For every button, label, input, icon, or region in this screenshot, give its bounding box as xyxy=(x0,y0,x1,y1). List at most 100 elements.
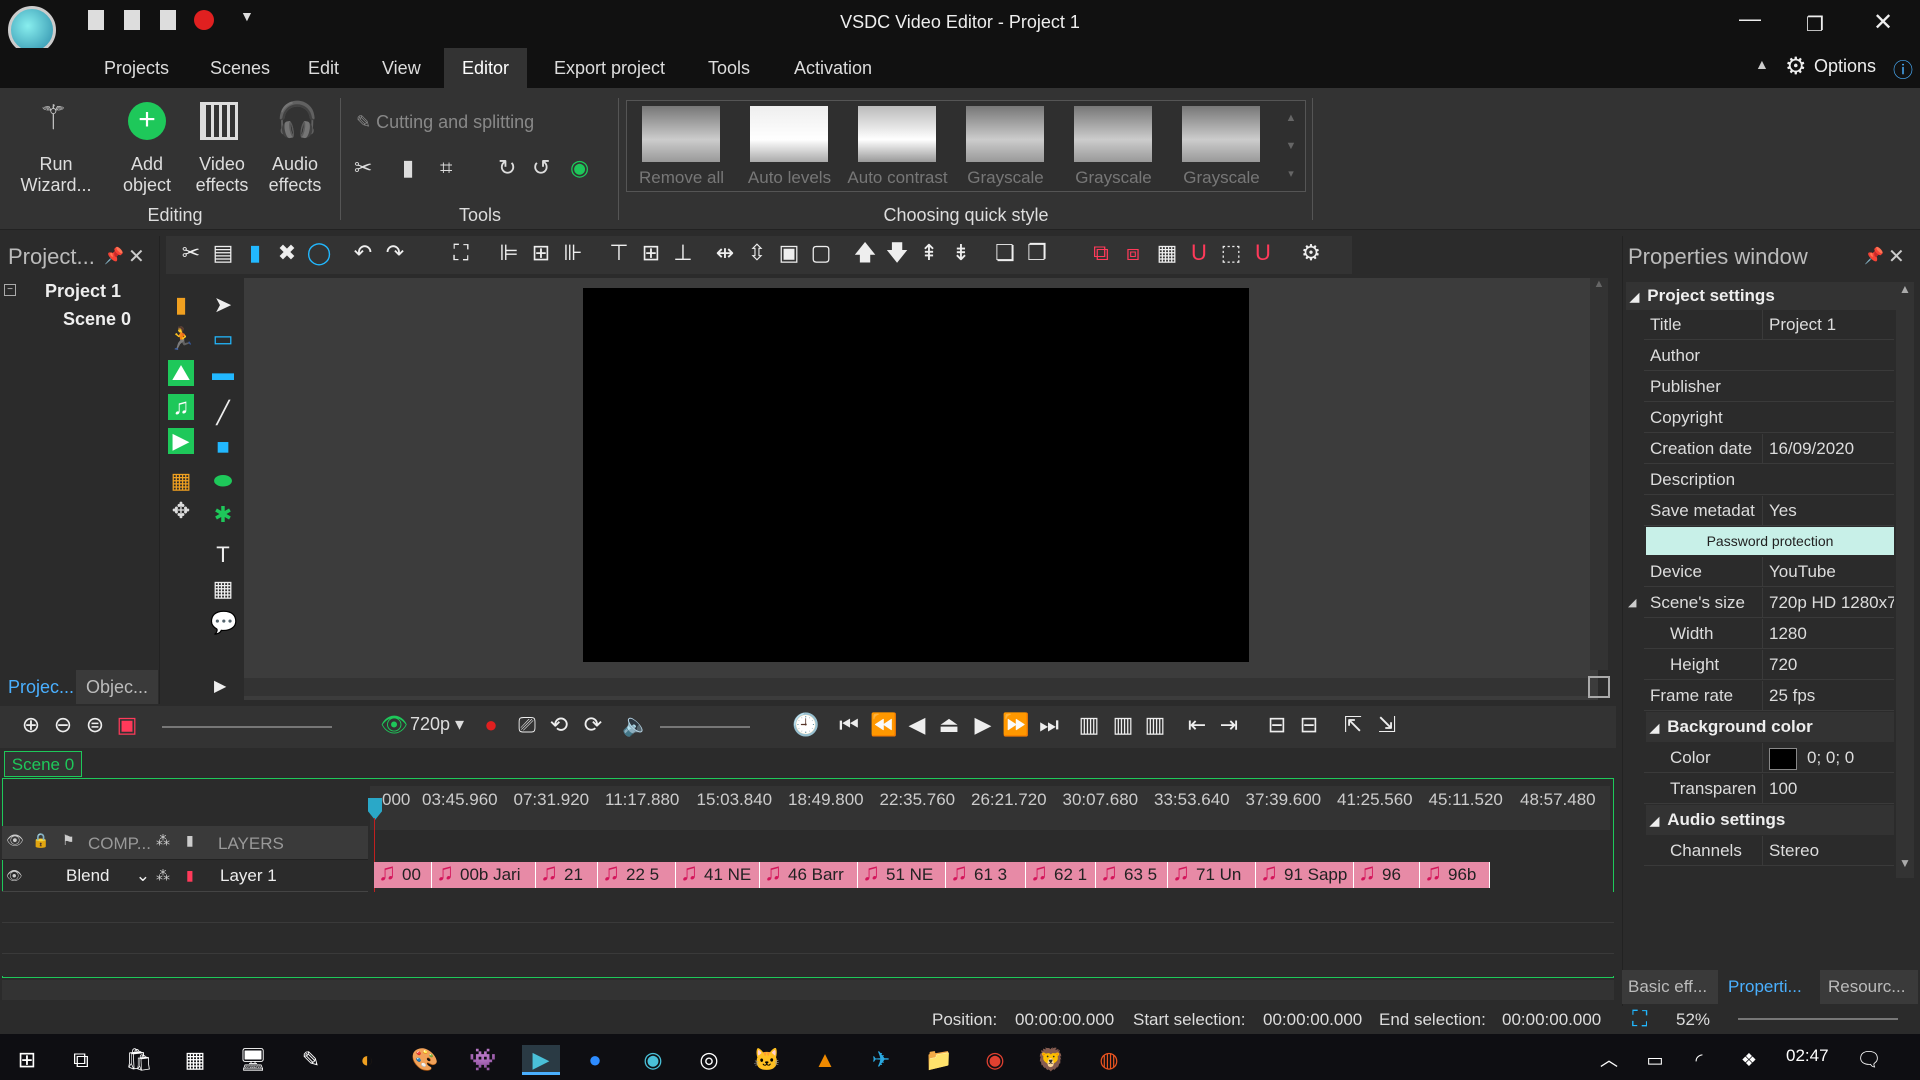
quick-style-thumb[interactable] xyxy=(1074,106,1152,162)
copy-icon[interactable]: ▤ xyxy=(210,240,236,266)
spectrum-icon[interactable]: ▦ xyxy=(168,468,194,494)
layer-row[interactable]: 👁 Blend ⌄ ⁂ ▮ Layer 1 xyxy=(2,862,368,892)
quick-style-thumb[interactable] xyxy=(642,106,720,162)
preview-quality-select[interactable]: 720p ▾ xyxy=(410,714,464,735)
repeat-icon[interactable]: ⟳ xyxy=(580,712,606,738)
line-icon[interactable]: ╱ xyxy=(210,400,236,426)
menu-view[interactable]: View xyxy=(364,48,439,88)
collapse-layers-icon[interactable]: ⇱ xyxy=(1340,712,1366,738)
clock-time[interactable]: 02:47 xyxy=(1786,1046,1829,1066)
app-icon[interactable]: ◐ xyxy=(352,1045,382,1075)
align-middle-icon[interactable]: ⊞ xyxy=(638,240,664,266)
tree-expand-icon[interactable]: − xyxy=(4,284,16,296)
obs-icon[interactable]: ◎ xyxy=(694,1045,724,1075)
video-preview[interactable] xyxy=(583,288,1249,662)
quick-style-thumb[interactable] xyxy=(1182,106,1260,162)
align-top-icon[interactable]: ⊤ xyxy=(606,240,632,266)
info-icon[interactable]: ⓘ xyxy=(1893,54,1913,83)
loop-icon[interactable]: ⟲ xyxy=(546,712,572,738)
trim-icon[interactable]: ✂ xyxy=(354,155,372,181)
volume-slider[interactable] xyxy=(660,726,750,728)
delete-icon[interactable]: ✖ xyxy=(274,240,300,266)
property-value[interactable]: Project 1 xyxy=(1762,310,1894,340)
group-icon[interactable]: ❏ xyxy=(992,240,1018,266)
dropbox-icon[interactable]: ❖ xyxy=(1734,1045,1764,1075)
audio-clip[interactable]: 61 3 xyxy=(946,862,1026,888)
property-value[interactable]: Yes xyxy=(1762,496,1894,526)
zoom-in-icon[interactable]: ⊕ xyxy=(18,712,44,738)
audio-clip[interactable]: 51 NE xyxy=(858,862,946,888)
remove-layer-icon[interactable]: ⊟ xyxy=(1296,712,1322,738)
battery-icon[interactable]: ▭ xyxy=(1640,1045,1670,1075)
menu-editor[interactable]: Editor xyxy=(444,48,528,88)
task-view-icon[interactable]: ⧉ xyxy=(66,1045,96,1075)
audio-clip[interactable]: 63 5 xyxy=(1096,862,1168,888)
store-icon[interactable]: 🛍 xyxy=(124,1045,154,1075)
menu-export-project[interactable]: Export project xyxy=(536,48,683,88)
split-right-icon[interactable]: ▥ xyxy=(1142,712,1168,738)
sprite-icon[interactable]: 🏃 xyxy=(168,326,195,352)
fast-forward-icon[interactable]: ⏩ xyxy=(1002,712,1029,738)
status-zoom-slider[interactable] xyxy=(1738,1018,1898,1020)
snap-icon[interactable]: ⧉ xyxy=(1088,240,1114,266)
rectangle-icon[interactable]: ■ xyxy=(210,434,236,460)
notes-icon[interactable]: ✎ xyxy=(296,1045,326,1075)
expand-toolbar-icon[interactable]: ▶ xyxy=(214,676,226,696)
audio-clip[interactable]: 00b Jari xyxy=(432,862,536,888)
bounds-icon[interactable]: ⬚ xyxy=(1218,240,1244,266)
audio-clip[interactable]: 71 Un xyxy=(1168,862,1256,888)
collapse-ribbon-icon[interactable]: ▲ xyxy=(1755,56,1769,72)
property-row[interactable]: Save metadat Yes xyxy=(1644,496,1894,526)
mark-in-icon[interactable]: ⇤ xyxy=(1184,712,1210,738)
pointer-icon[interactable]: ➤ xyxy=(210,292,236,318)
property-row[interactable]: Publisher xyxy=(1644,372,1894,402)
magnet-bounds-icon[interactable]: U xyxy=(1250,240,1276,266)
chart-icon[interactable]: ▮ xyxy=(168,292,194,318)
clock-icon[interactable]: 🕘 xyxy=(792,712,819,738)
paint-icon[interactable]: 🎨 xyxy=(410,1045,440,1075)
prev-frame-icon[interactable]: ◀ xyxy=(904,712,930,738)
ungroup-icon[interactable]: ❐ xyxy=(1024,240,1050,266)
property-value[interactable]: 16/09/2020 xyxy=(1762,434,1894,464)
audio-clip[interactable]: 91 Sapp xyxy=(1256,862,1354,888)
chrome-icon[interactable]: ◉ xyxy=(980,1045,1010,1075)
rotate-270-icon[interactable]: ↺ xyxy=(532,155,550,181)
stretch-height-icon[interactable]: ⇳ xyxy=(744,240,770,266)
go-start-icon[interactable]: ⏮ xyxy=(836,712,862,738)
ubuntu-icon[interactable]: ◍ xyxy=(1094,1045,1124,1075)
text-icon[interactable]: T xyxy=(210,542,236,568)
audio-effects-button[interactable]: Audio effects xyxy=(262,154,328,196)
visibility-icon[interactable]: 👁 xyxy=(6,868,23,884)
crop-clip-icon[interactable]: ▮ xyxy=(402,155,414,181)
section-project-settings[interactable]: ◢ Project settings xyxy=(1626,282,1896,310)
notifications-icon[interactable]: 🗨 xyxy=(1854,1045,1884,1075)
browser-icon[interactable]: ◉ xyxy=(638,1045,668,1075)
zoom-fit-icon[interactable]: ⊜ xyxy=(82,712,108,738)
mark-out-icon[interactable]: ⇥ xyxy=(1216,712,1242,738)
fit-icon[interactable]: ⛶ xyxy=(448,240,474,266)
section-background-color[interactable]: ◢ Background color xyxy=(1646,712,1894,742)
close-button[interactable]: ✕ xyxy=(1868,8,1898,38)
send-back-icon[interactable]: ⇟ xyxy=(948,240,974,266)
color-swatch[interactable] xyxy=(1769,747,1797,770)
audio-clip[interactable]: 62 1 xyxy=(1026,862,1096,888)
rotate-90-icon[interactable]: ↻ xyxy=(498,155,516,181)
maximize-button[interactable]: ❐ xyxy=(1800,12,1830,42)
stretch-width-icon[interactable]: ⇹ xyxy=(712,240,738,266)
blend-mode-select[interactable]: Blend ⌄ xyxy=(66,866,150,886)
file-explorer-icon[interactable]: 📁 xyxy=(924,1045,954,1075)
property-row[interactable]: Width 1280 xyxy=(1644,619,1894,649)
canvas-hscroll[interactable] xyxy=(244,678,1590,696)
section-audio-settings[interactable]: ◢ Audio settings xyxy=(1646,805,1894,835)
property-row[interactable]: Transparen 100 xyxy=(1644,774,1894,804)
align-center-icon[interactable]: ⊞ xyxy=(528,240,554,266)
video-effects-button[interactable]: Video effects xyxy=(190,154,254,196)
zoom-slider[interactable] xyxy=(162,726,332,728)
properties-scroll-down-icon[interactable]: ▼ xyxy=(1896,856,1914,870)
split-icon[interactable]: ▥ xyxy=(1110,712,1136,738)
options-button[interactable]: Options xyxy=(1814,56,1876,77)
expand-icon[interactable]: ◢ xyxy=(1628,596,1636,609)
calculator-icon[interactable]: ▦ xyxy=(180,1045,210,1075)
audio-wave-icon[interactable]: ⁂ xyxy=(156,867,170,884)
audio-clip[interactable]: 00 xyxy=(374,862,432,888)
